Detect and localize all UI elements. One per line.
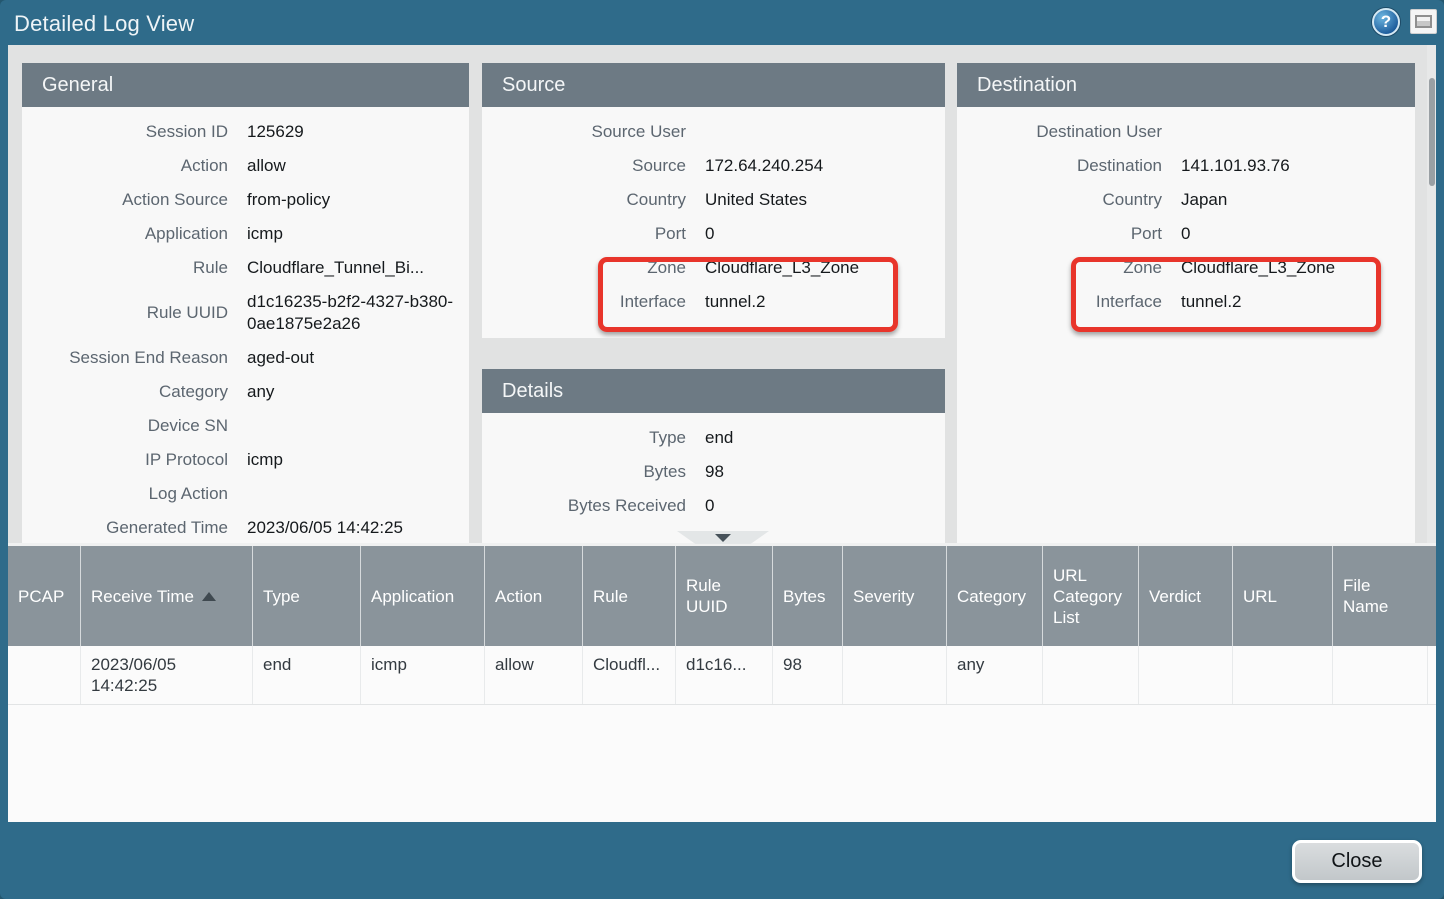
chevron-down-icon — [715, 534, 731, 542]
sort-ascending-icon — [202, 592, 216, 601]
cell-bytes: 98 — [773, 646, 843, 704]
field-destination-interface: Interfacetunnel.2 — [957, 285, 1415, 319]
field-generated-time: Generated Time2023/06/05 14:42:25 — [22, 511, 469, 543]
field-source-zone: ZoneCloudflare_L3_Zone — [482, 251, 945, 285]
column-header-file-name[interactable]: File Name — [1333, 546, 1428, 646]
window-popout-icon[interactable] — [1410, 9, 1437, 34]
details-panel-title: Details — [482, 369, 945, 413]
column-header-receive-time[interactable]: Receive Time — [81, 546, 253, 646]
close-button[interactable]: Close — [1292, 840, 1422, 883]
cell-rule: Cloudfl... — [583, 646, 676, 704]
field-bytes: Bytes98 — [482, 455, 945, 489]
column-header-url-category-list[interactable]: URL Category List — [1043, 546, 1139, 646]
field-destination-zone: ZoneCloudflare_L3_Zone — [957, 251, 1415, 285]
column-header-bytes[interactable]: Bytes — [773, 546, 843, 646]
detail-panels-section: General Session ID125629 Actionallow Act… — [8, 45, 1436, 543]
field-session-end-reason: Session End Reasonaged-out — [22, 341, 469, 375]
field-source-port: Port0 — [482, 217, 945, 251]
destination-panel: Destination Destination User Destination… — [957, 63, 1415, 543]
detailed-log-view-dialog: Detailed Log View ? General Session ID12… — [0, 0, 1444, 899]
cell-url — [1233, 646, 1333, 704]
column-header-category[interactable]: Category — [947, 546, 1043, 646]
general-panel: General Session ID125629 Actionallow Act… — [22, 63, 469, 543]
column-header-rule[interactable]: Rule — [583, 546, 676, 646]
cell-receive-time: 2023/06/05 14:42:25 — [81, 646, 253, 704]
field-category: Categoryany — [22, 375, 469, 409]
field-source-country: CountryUnited States — [482, 183, 945, 217]
column-header-application[interactable]: Application — [361, 546, 485, 646]
page-title: Detailed Log View — [14, 11, 194, 37]
general-panel-title: General — [22, 63, 469, 107]
field-rule-uuid: Rule UUIDd1c16235-b2f2-4327-b380-0ae1875… — [22, 285, 469, 341]
field-source-user: Source User — [482, 115, 945, 149]
field-action: Actionallow — [22, 149, 469, 183]
log-table-row[interactable]: 2023/06/05 14:42:25 end icmp allow Cloud… — [8, 646, 1436, 705]
column-header-action[interactable]: Action — [485, 546, 583, 646]
field-bytes-received: Bytes Received0 — [482, 489, 945, 523]
field-destination: Destination141.101.93.76 — [957, 149, 1415, 183]
field-type: Typeend — [482, 421, 945, 455]
cell-url-category-list — [1043, 646, 1139, 704]
field-destination-user: Destination User — [957, 115, 1415, 149]
window-popout-icon-inner — [1415, 15, 1432, 28]
field-source: Source172.64.240.254 — [482, 149, 945, 183]
field-session-id: Session ID125629 — [22, 115, 469, 149]
cell-type: end — [253, 646, 361, 704]
field-device-sn: Device SN — [22, 409, 469, 443]
source-panel: Source Source User Source172.64.240.254 … — [482, 63, 945, 338]
source-panel-title: Source — [482, 63, 945, 107]
help-icon[interactable]: ? — [1372, 8, 1400, 36]
cell-application: icmp — [361, 646, 485, 704]
column-header-type[interactable]: Type — [253, 546, 361, 646]
field-application: Applicationicmp — [22, 217, 469, 251]
cell-severity — [843, 646, 947, 704]
column-header-severity[interactable]: Severity — [843, 546, 947, 646]
field-destination-port: Port0 — [957, 217, 1415, 251]
field-action-source: Action Sourcefrom-policy — [22, 183, 469, 217]
column-header-rule-uuid[interactable]: Rule UUID — [676, 546, 773, 646]
cell-pcap — [8, 646, 81, 704]
log-table: PCAP Receive Time Type Application Actio… — [8, 543, 1436, 822]
cell-action: allow — [485, 646, 583, 704]
cell-file-name — [1333, 646, 1428, 704]
log-table-header: PCAP Receive Time Type Application Actio… — [8, 546, 1436, 646]
titlebar: Detailed Log View ? — [0, 0, 1444, 45]
field-log-action: Log Action — [22, 477, 469, 511]
field-destination-country: CountryJapan — [957, 183, 1415, 217]
column-header-verdict[interactable]: Verdict — [1139, 546, 1233, 646]
field-rule: RuleCloudflare_Tunnel_Bi... — [22, 251, 469, 285]
cell-verdict — [1139, 646, 1233, 704]
column-header-pcap[interactable]: PCAP — [8, 546, 81, 646]
cell-category: any — [947, 646, 1043, 704]
column-header-url[interactable]: URL — [1233, 546, 1333, 646]
destination-panel-title: Destination — [957, 63, 1415, 107]
cell-rule-uuid: d1c16... — [676, 646, 773, 704]
scrollbar-thumb[interactable] — [1429, 78, 1435, 186]
field-ip-protocol: IP Protocolicmp — [22, 443, 469, 477]
details-panel: Details Typeend Bytes98 Bytes Received0 — [482, 369, 945, 543]
field-source-interface: Interfacetunnel.2 — [482, 285, 945, 319]
